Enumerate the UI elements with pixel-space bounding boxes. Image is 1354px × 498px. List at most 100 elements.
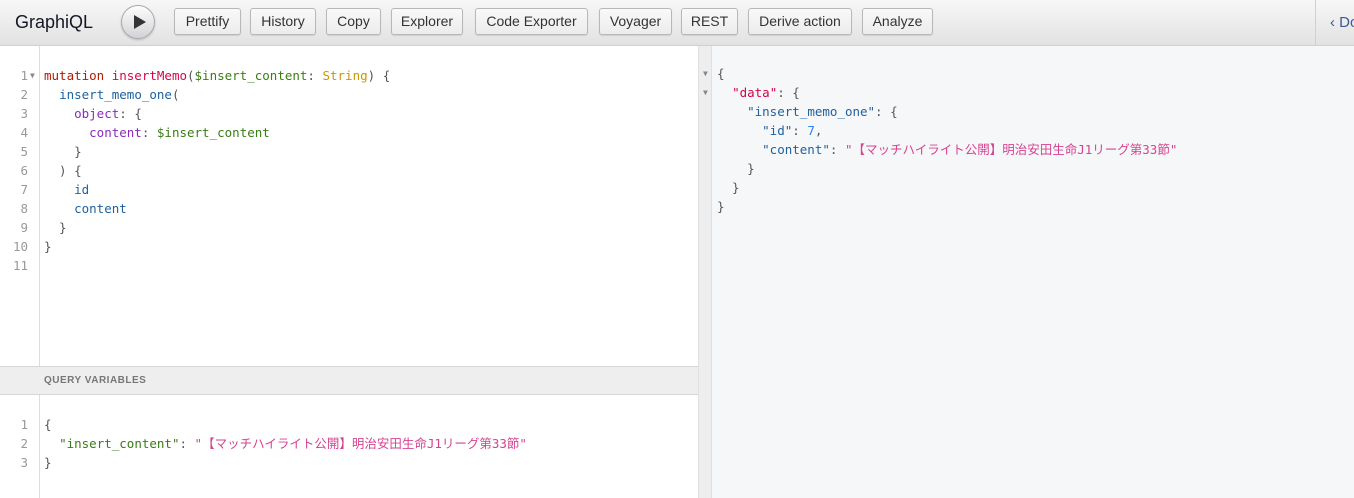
prettify-button[interactable]: Prettify — [174, 8, 241, 35]
code-token: 7 — [807, 123, 815, 138]
code-token: ) { — [44, 163, 82, 178]
code-token: } — [44, 220, 67, 235]
rest-button[interactable]: REST — [681, 8, 738, 35]
line-number: 7 — [20, 182, 28, 197]
derive-action-button[interactable]: Derive action — [748, 8, 852, 35]
code-token: content — [89, 125, 142, 140]
code-token: : — [829, 142, 845, 157]
code-token: } — [44, 239, 52, 254]
code-token: : — [792, 123, 808, 138]
code-line: id — [44, 180, 89, 199]
line-number: 9 — [20, 220, 28, 235]
fold-arrow-icon[interactable]: ▼ — [703, 64, 708, 83]
code-line: } — [44, 453, 52, 472]
code-line: mutation insertMemo($insert_content: Str… — [44, 66, 390, 85]
code-token: } — [717, 161, 755, 176]
pane-resize-handle[interactable] — [698, 46, 712, 498]
code-token: ( — [187, 68, 195, 83]
code-line: "data": { — [717, 83, 800, 102]
code-token: : { — [777, 85, 800, 100]
line-number: 5 — [20, 144, 28, 159]
code-line: } — [44, 237, 52, 256]
execute-query-button[interactable] — [121, 5, 155, 39]
code-token: } — [44, 144, 82, 159]
code-token: : { — [119, 106, 142, 121]
line-number: 1 — [20, 417, 28, 432]
explorer-button[interactable]: Explorer — [391, 8, 463, 35]
toolbar: GraphiQL Prettify History Copy Explorer Code… — [0, 0, 1354, 46]
code-token: : — [179, 436, 195, 451]
code-token: } — [717, 199, 725, 214]
code-token: : { — [875, 104, 898, 119]
code-token: } — [44, 455, 52, 470]
code-token: : — [141, 125, 157, 140]
code-line: } — [44, 142, 82, 161]
fold-arrow-icon[interactable]: ▼ — [30, 66, 35, 85]
code-token: { — [717, 66, 725, 81]
code-token: "id" — [762, 123, 793, 138]
code-token: $insert_content — [194, 68, 308, 83]
code-token: id — [74, 182, 90, 197]
line-number: 2 — [20, 87, 28, 102]
code-line: content: $insert_content — [44, 123, 270, 142]
voyager-button[interactable]: Voyager — [599, 8, 672, 35]
history-button[interactable]: History — [250, 8, 316, 35]
code-token: "insert_memo_one" — [747, 104, 876, 119]
docs-toggle-button[interactable]: ‹ Docs — [1315, 0, 1354, 46]
code-token: content — [74, 201, 127, 216]
query-variables-header[interactable]: QUERY VARIABLES — [0, 366, 698, 395]
code-token: , — [814, 123, 823, 138]
code-line: } — [717, 178, 740, 197]
copy-button[interactable]: Copy — [326, 8, 381, 35]
code-token: "data" — [732, 85, 778, 100]
line-number: 8 — [20, 201, 28, 216]
code-line: object: { — [44, 104, 142, 123]
code-token: { — [44, 417, 52, 432]
fold-arrow-icon[interactable]: ▼ — [703, 83, 708, 102]
line-number: 3 — [20, 455, 28, 470]
code-token: "【マッチハイライト公開】明治安田生命J1リーグ第33節" — [194, 436, 527, 451]
query-editor[interactable]: 1 ▼ mutation insertMemo($insert_content: S… — [0, 46, 698, 366]
code-line: "insert_memo_one": { — [717, 102, 898, 121]
app-title: GraphiQL — [15, 12, 94, 32]
line-number: 2 — [20, 436, 28, 451]
code-token: } — [717, 180, 740, 195]
chevron-left-icon: ‹ — [1330, 14, 1340, 31]
code-line: } — [717, 159, 755, 178]
code-token: "content" — [762, 142, 830, 157]
code-token: insertMemo — [111, 68, 187, 83]
code-line: "id": 7, — [717, 121, 822, 140]
code-exporter-button[interactable]: Code Exporter — [475, 8, 588, 35]
code-line: insert_memo_one( — [44, 85, 179, 104]
code-line: { — [717, 64, 725, 83]
line-number: 1 — [20, 68, 28, 83]
line-number: 6 — [20, 163, 28, 178]
code-line: { — [44, 415, 52, 434]
code-token: ) { — [367, 68, 391, 83]
variables-editor[interactable]: 1 {2 "insert_content": "【マッチハイライト公開】明治安田生… — [0, 395, 698, 498]
code-token: mutation — [44, 68, 112, 83]
code-line: content — [44, 199, 127, 218]
code-token: String — [322, 68, 368, 83]
line-number: 3 — [20, 106, 28, 121]
code-line: ) { — [44, 161, 82, 180]
code-line: } — [717, 197, 725, 216]
line-number: 11 — [12, 258, 28, 273]
line-number: 10 — [12, 239, 28, 254]
analyze-button[interactable]: Analyze — [862, 8, 933, 35]
docs-label: Docs — [1339, 14, 1354, 31]
code-line: } — [44, 218, 67, 237]
code-line: "insert_content": "【マッチハイライト公開】明治安田生命J1リ… — [44, 434, 527, 453]
code-token: ( — [171, 87, 180, 102]
line-number: 4 — [20, 125, 28, 140]
